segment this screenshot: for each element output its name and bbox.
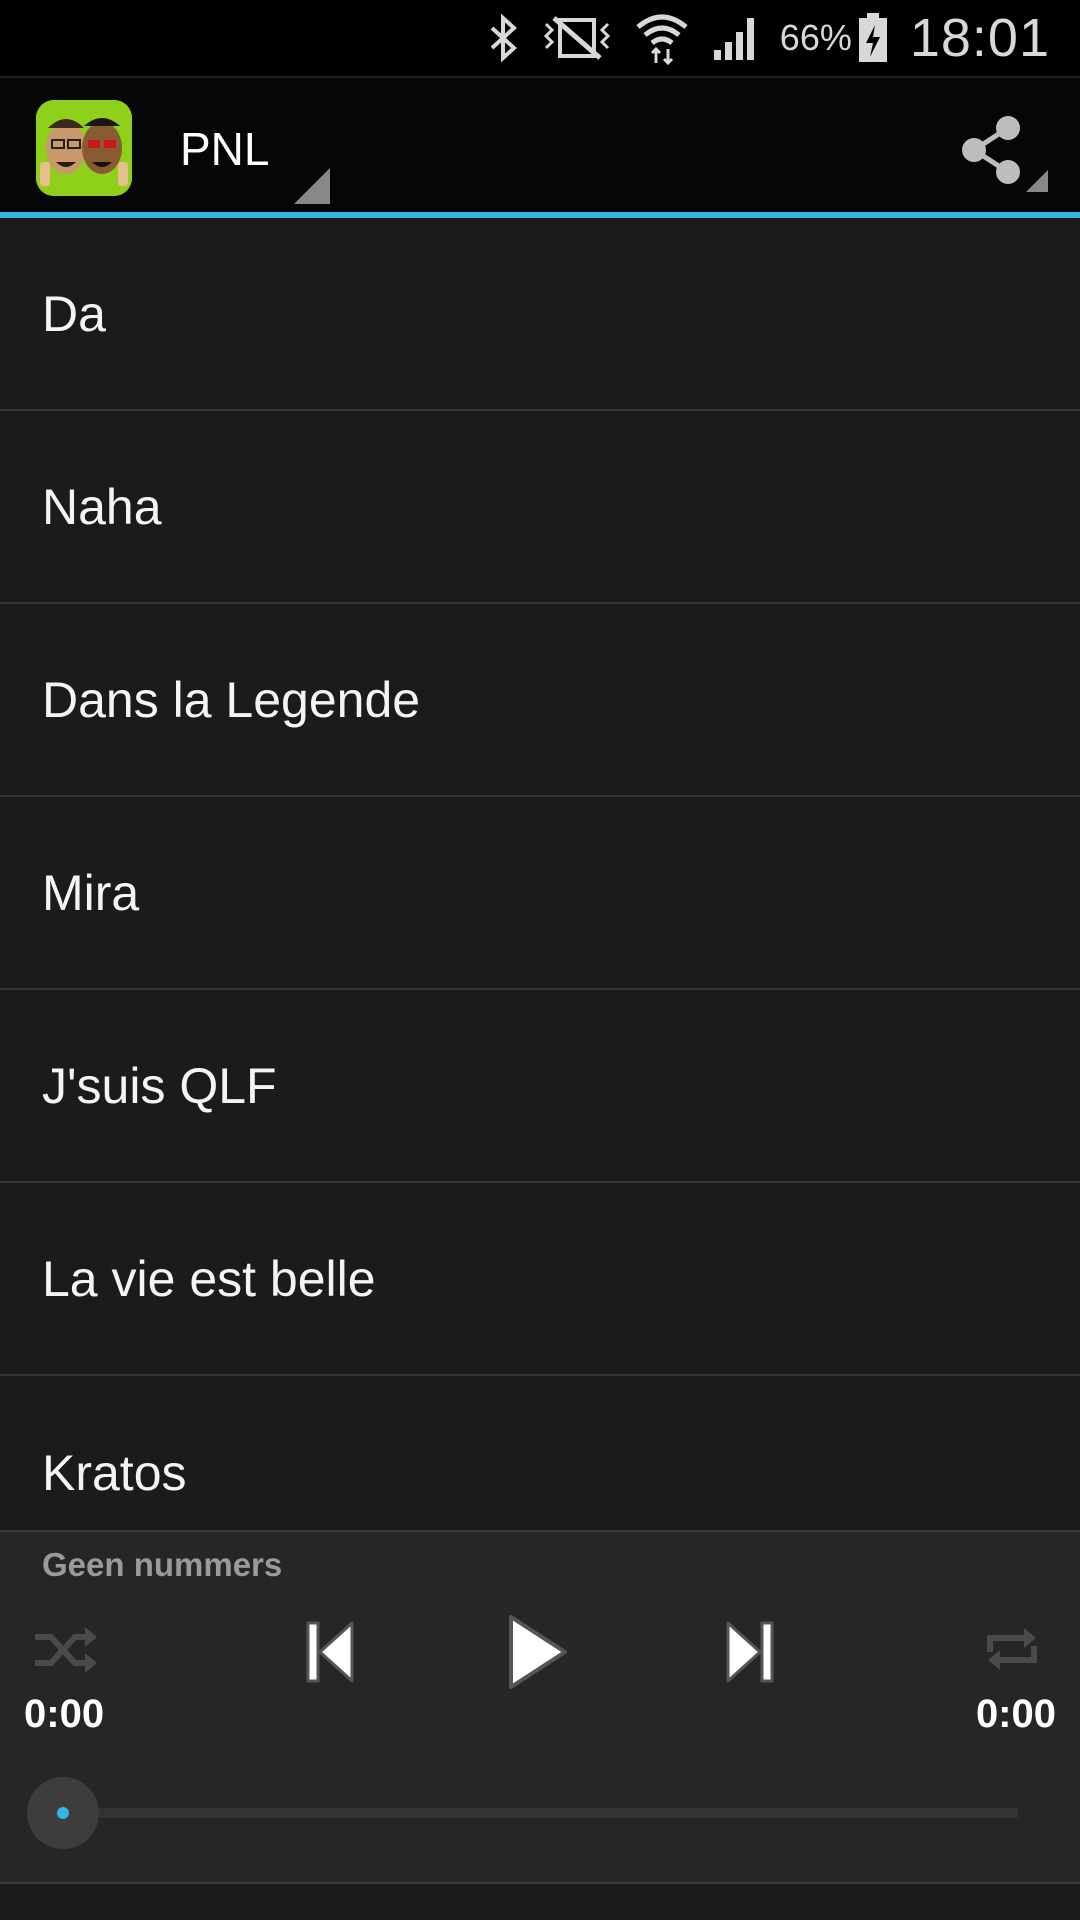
song-title: Naha [42,478,162,535]
action-bar: PNL [0,76,1080,212]
page-title[interactable]: PNL [180,122,269,176]
next-button[interactable] [718,1612,782,1692]
bottom-strip [0,1882,1080,1920]
song-list-item[interactable]: La vie est belle [0,1183,1080,1376]
shuffle-button[interactable] [28,1620,104,1680]
shuffle-icon [35,1627,97,1673]
song-list-item[interactable]: Kratos [0,1376,1080,1530]
repeat-button[interactable] [974,1618,1050,1680]
app-logo-icon[interactable] [36,100,132,196]
seek-bar-track[interactable] [62,1808,1018,1818]
total-time: 0:00 [975,1692,1056,1736]
song-title: J'suis QLF [42,1057,277,1114]
share-icon [962,116,1048,192]
status-bar: 66% 18:01 [0,0,1080,76]
status-time: 18:01 [909,8,1050,68]
previous-icon [306,1621,354,1683]
battery-percent: 66% [779,17,852,58]
play-button[interactable] [500,1606,576,1698]
player-panel: Geen nummers 0:00 0:00 [0,1530,1080,1882]
seek-thumb-dot [57,1807,69,1819]
song-title: La vie est belle [42,1250,376,1307]
song-list-item[interactable]: Da [0,218,1080,411]
spinner-arrow-icon[interactable] [294,168,330,204]
song-title: Dans la Legende [42,671,421,728]
battery-charging-icon [858,13,888,63]
play-icon [509,1615,567,1689]
song-list-item[interactable]: Dans la Legende [0,604,1080,797]
song-list-item[interactable]: J'suis QLF [0,990,1080,1183]
signal-icon [712,14,762,62]
next-icon [726,1621,774,1683]
song-list[interactable]: Da Naha Dans la Legende Mira J'suis QLF … [0,218,1080,1530]
song-title: Kratos [42,1444,187,1501]
now-playing-text: Geen nummers [42,1546,283,1583]
seek-bar-thumb[interactable] [27,1777,99,1849]
vibrate-mute-icon [542,14,612,62]
song-list-item[interactable]: Mira [0,797,1080,990]
song-list-item[interactable]: Naha [0,411,1080,604]
current-time: 0:00 [24,1692,105,1736]
bluetooth-icon [486,14,520,62]
song-title: Da [42,285,106,342]
previous-button[interactable] [298,1612,362,1692]
repeat-icon [987,1628,1037,1670]
wifi-icon [634,11,690,65]
song-title: Mira [42,864,140,921]
share-button[interactable] [944,108,1050,198]
